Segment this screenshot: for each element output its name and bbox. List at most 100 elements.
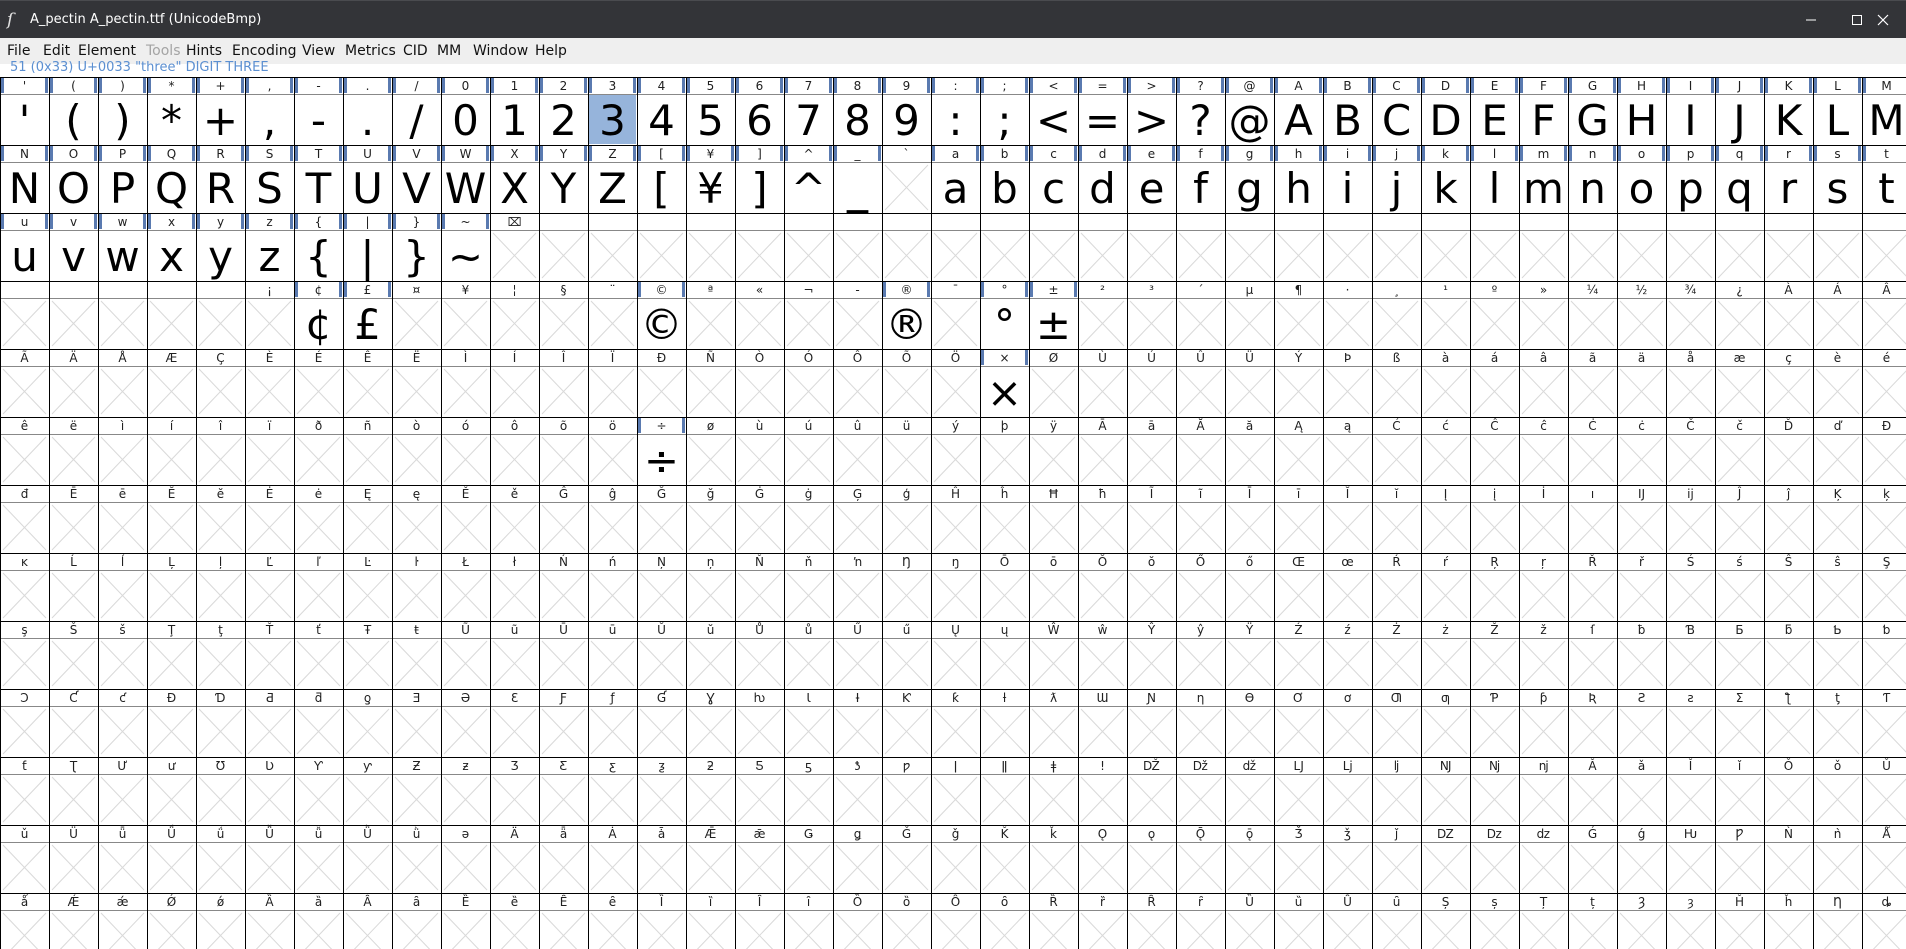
glyph-cell[interactable]: Ģ: [835, 487, 880, 551]
glyph-cell[interactable]: ǋ: [1472, 759, 1517, 823]
close-button[interactable]: [1860, 1, 1906, 39]
glyph-cell[interactable]: Ʀ: [1570, 691, 1615, 755]
glyph-cell[interactable]: ȋ: [786, 895, 831, 949]
glyph-cell[interactable]: ¥: [443, 283, 488, 347]
glyph-cell[interactable]: Ø: [1031, 351, 1076, 415]
glyph-cell[interactable]: ǹ: [1815, 827, 1860, 891]
glyph-cell[interactable]: hh: [1275, 146, 1322, 213]
glyph-cell[interactable]: [1570, 232, 1615, 279]
glyph-cell[interactable]: Ü: [1227, 349, 1272, 415]
glyph-cell[interactable]: Ƭ: [1864, 691, 1906, 755]
glyph-cell[interactable]: í: [149, 419, 194, 483]
glyph-cell[interactable]: Ê: [345, 350, 390, 415]
glyph-cell[interactable]: Ƌ: [247, 691, 292, 755]
glyph-cell[interactable]: OO: [50, 146, 97, 213]
glyph-cell[interactable]: ż: [1423, 623, 1468, 687]
glyph-cell[interactable]: Ƈ: [51, 690, 96, 755]
glyph-cell[interactable]: Ʊ: [198, 759, 243, 823]
glyph-cell[interactable]: [639, 232, 684, 279]
glyph-cell[interactable]: ´: [1178, 283, 1223, 347]
glyph-cell[interactable]: ee: [1128, 146, 1175, 213]
glyph-cell[interactable]: [2, 300, 47, 347]
glyph-cell[interactable]: Ğ: [639, 486, 684, 551]
glyph-cell[interactable]: [1472, 232, 1517, 279]
glyph-cell[interactable]: Ô: [835, 350, 880, 415]
glyph-cell[interactable]: CC: [1373, 78, 1420, 145]
glyph-cell[interactable]: Ǆ: [1129, 758, 1174, 823]
glyph-cell[interactable]: µ: [1227, 283, 1272, 347]
glyph-cell[interactable]: ǂ: [1031, 759, 1076, 823]
glyph-cell[interactable]: ƣ: [1423, 691, 1468, 755]
glyph-cell[interactable]: Ķ: [1815, 487, 1860, 551]
glyph-cell[interactable]: Ȋ: [737, 895, 782, 949]
glyph-cell[interactable]: ǰ: [1374, 827, 1419, 891]
glyph-cell[interactable]: ++: [197, 78, 244, 145]
glyph-cell[interactable]: ā: [1129, 419, 1174, 483]
glyph-cell[interactable]: ñ: [345, 419, 390, 483]
glyph-cell[interactable]: BB: [1324, 78, 1371, 145]
glyph-cell[interactable]: ũ: [492, 623, 537, 687]
glyph-grid[interactable]: ' '(()) * * + +,, - -.. //0 0 1 1 2 2 3 3 4 4 5 5 6 6 7 7 8 8 9 9::…: [0, 77, 1906, 949]
glyph-cell[interactable]: ¬: [786, 283, 831, 347]
glyph-cell[interactable]: ŷ: [1178, 623, 1223, 687]
glyph-cell[interactable]: ğ: [688, 487, 733, 551]
glyph-cell[interactable]: Ǹ: [1766, 826, 1811, 891]
glyph-cell[interactable]: Ï: [590, 350, 635, 415]
glyph-cell[interactable]: ƹ: [590, 759, 635, 823]
glyph-cell[interactable]: Ȇ: [541, 895, 586, 949]
glyph-cell[interactable]: ǀ: [933, 759, 978, 823]
glyph-cell[interactable]: Ư: [100, 759, 145, 823]
glyph-cell[interactable]: ¡: [247, 283, 292, 347]
glyph-cell[interactable]: ǟ: [541, 827, 586, 891]
glyph-cell[interactable]: ì: [100, 419, 145, 483]
glyph-cell[interactable]: õ: [541, 419, 586, 483]
glyph-cell[interactable]: Ŗ: [1472, 555, 1517, 619]
glyph-cell[interactable]: Ť: [247, 622, 292, 687]
glyph-cell[interactable]: Ĝ: [541, 486, 586, 551]
glyph-cell[interactable]: ZZ: [589, 146, 636, 213]
glyph-cell[interactable]: ƥ: [1521, 691, 1566, 755]
glyph-cell[interactable]: >>: [1128, 78, 1175, 145]
glyph-cell[interactable]: 77: [785, 78, 832, 145]
glyph-cell[interactable]: ħ: [1080, 487, 1125, 551]
glyph-cell[interactable]: ď: [1815, 419, 1860, 483]
glyph-cell[interactable]: ý: [933, 419, 978, 483]
glyph-cell[interactable]: ±±: [1030, 282, 1077, 349]
glyph-cell[interactable]: ƫ: [1815, 691, 1860, 755]
glyph-cell[interactable]: ·: [1325, 283, 1370, 347]
glyph-cell[interactable]: Ĭ: [1325, 486, 1370, 551]
glyph-cell[interactable]: â: [1521, 351, 1566, 415]
glyph-cell[interactable]: Ƨ: [1619, 691, 1664, 755]
glyph-cell[interactable]: 11: [491, 78, 538, 145]
glyph-cell[interactable]: MM: [1863, 78, 1906, 145]
glyph-cell[interactable]: é: [1864, 351, 1906, 415]
glyph-cell[interactable]: qq: [1716, 146, 1763, 213]
glyph-cell[interactable]: Ŧ: [345, 623, 390, 687]
glyph-cell[interactable]: ć: [1423, 419, 1468, 483]
glyph-cell[interactable]: ǩ: [1031, 826, 1076, 891]
glyph-cell[interactable]: ÿ: [1031, 419, 1076, 483]
glyph-cell[interactable]: Ě: [443, 486, 488, 551]
glyph-cell[interactable]: oo: [1618, 146, 1665, 213]
glyph-cell[interactable]: Ƒ: [541, 691, 586, 755]
glyph-cell[interactable]: ƞ: [1178, 691, 1223, 755]
glyph-cell[interactable]: ł: [492, 555, 537, 619]
glyph-cell[interactable]: É: [296, 350, 341, 415]
glyph-cell[interactable]: Ų: [933, 623, 978, 687]
glyph-cell[interactable]: Ǯ: [1276, 826, 1321, 891]
glyph-cell[interactable]: ŧ: [394, 623, 439, 687]
glyph-cell[interactable]: Ů: [737, 622, 782, 687]
glyph-cell[interactable]: ȏ: [982, 895, 1027, 949]
glyph-cell[interactable]: ț: [1570, 895, 1615, 949]
glyph-cell[interactable]: ǽ: [100, 895, 145, 949]
glyph-cell[interactable]: ȅ: [492, 895, 537, 949]
glyph-cell[interactable]: ¥¥: [687, 146, 734, 213]
glyph-cell[interactable]: á: [1472, 351, 1517, 415]
glyph-cell[interactable]: ǥ: [835, 827, 880, 891]
glyph-cell[interactable]: Ë: [394, 350, 439, 415]
glyph-cell[interactable]: æ: [1717, 351, 1762, 415]
glyph-cell[interactable]: 99: [883, 78, 930, 145]
glyph-cell[interactable]: 88: [834, 78, 881, 145]
glyph-cell[interactable]: Š: [51, 622, 96, 687]
glyph-cell[interactable]: »: [1521, 283, 1566, 347]
